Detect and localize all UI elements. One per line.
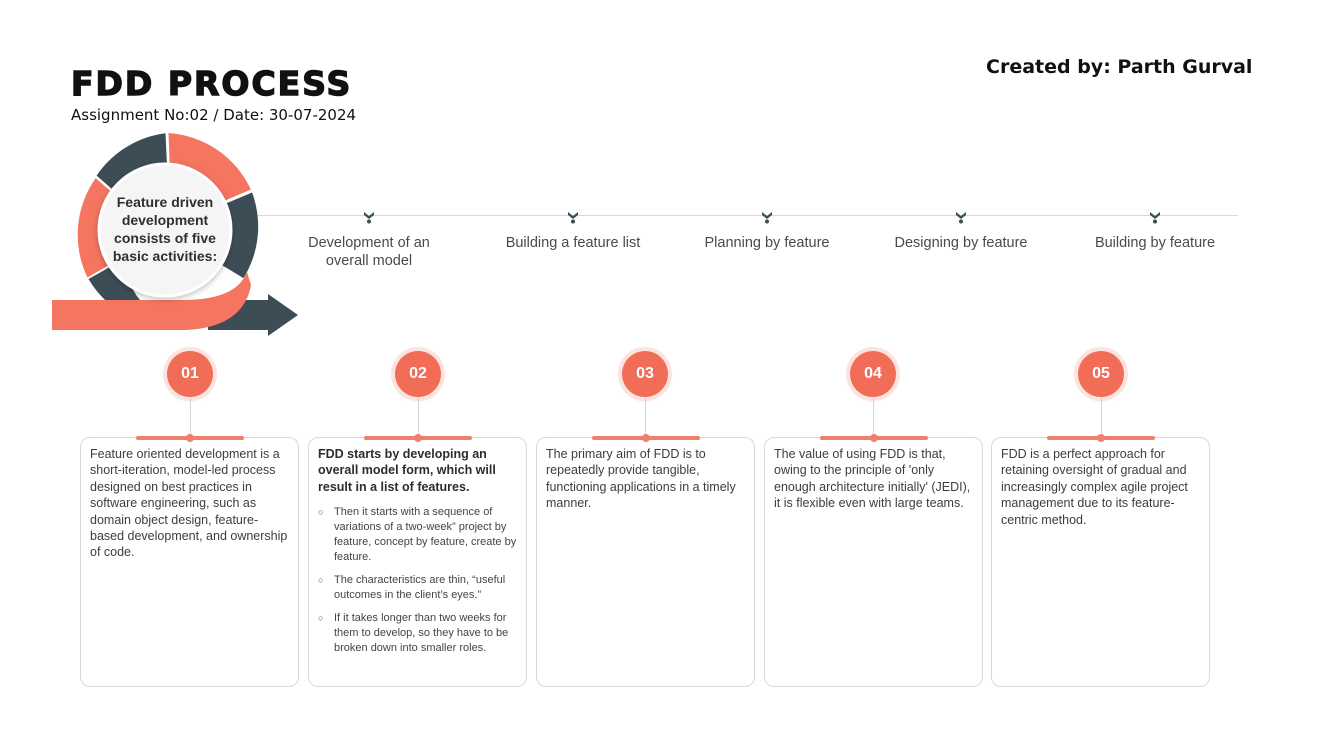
step-card-03: The primary aim of FDD is to repeatedly … [536, 434, 755, 687]
step-connector-line [1101, 397, 1102, 437]
activity-label: Building by feature [1094, 235, 1216, 251]
step-connector-line [418, 397, 419, 437]
card-accent-dot [186, 434, 194, 442]
activity-label: Development of an overall model [308, 235, 430, 269]
wheel-center-text: Feature driven development consists of f… [112, 194, 218, 264]
activity-building-by-feature: Building by feature [1075, 210, 1235, 252]
activity-label: Building a feature list [505, 235, 641, 251]
card-accent-dot [1097, 434, 1105, 442]
list-item: If it takes longer than two weeks for th… [318, 611, 517, 656]
step-card-text: The primary aim of FDD is to repeatedly … [546, 447, 736, 511]
card-accent-dot [414, 434, 422, 442]
step-card-lead-text: FDD starts by developing an overall mode… [318, 447, 496, 494]
activity-label: Planning by feature [704, 235, 830, 251]
list-item: Then it starts with a sequence of variat… [318, 505, 517, 565]
chevron-down-icon [568, 212, 578, 224]
step-number-badge: 04 [850, 351, 896, 397]
chevron-down-icon [1150, 212, 1160, 224]
step-number-badge: 02 [395, 351, 441, 397]
step-connector-line [645, 397, 646, 437]
step-card-02: FDD starts by developing an overall mode… [308, 434, 527, 687]
activity-development-overall-model: Development of an overall model [289, 210, 449, 270]
activity-label: Designing by feature [894, 235, 1028, 251]
step-number-badge: 01 [167, 351, 213, 397]
step-connector-line [190, 397, 191, 437]
step-card-bullet-list: Then it starts with a sequence of variat… [318, 505, 517, 656]
activity-designing-by-feature: Designing by feature [881, 210, 1041, 252]
assignment-subtitle: Assignment No:02 / Date: 30-07-2024 [71, 106, 357, 124]
step-connector-line [873, 397, 874, 437]
author-credit: Created by: Parth Gurval [986, 56, 1253, 78]
chevron-down-icon [762, 212, 772, 224]
step-card-text: The value of using FDD is that, owing to… [774, 447, 971, 511]
card-accent-dot [642, 434, 650, 442]
step-card-05: FDD is a perfect approach for retaining … [991, 434, 1210, 687]
activity-planning-by-feature: Planning by feature [687, 210, 847, 252]
chevron-down-icon [364, 212, 374, 224]
step-card-01: Feature oriented development is a short-… [80, 434, 299, 687]
step-number-badge: 03 [622, 351, 668, 397]
activity-building-feature-list: Building a feature list [493, 210, 653, 252]
step-card-text: FDD is a perfect approach for retaining … [1001, 447, 1188, 527]
page-title: FDD PROCESS [70, 63, 353, 103]
chevron-down-icon [956, 212, 966, 224]
step-card-04: The value of using FDD is that, owing to… [764, 434, 983, 687]
card-accent-dot [870, 434, 878, 442]
list-item: The characteristics are thin, “useful ou… [318, 573, 517, 603]
step-number-badge: 05 [1078, 351, 1124, 397]
step-card-text: Feature oriented development is a short-… [90, 447, 288, 560]
